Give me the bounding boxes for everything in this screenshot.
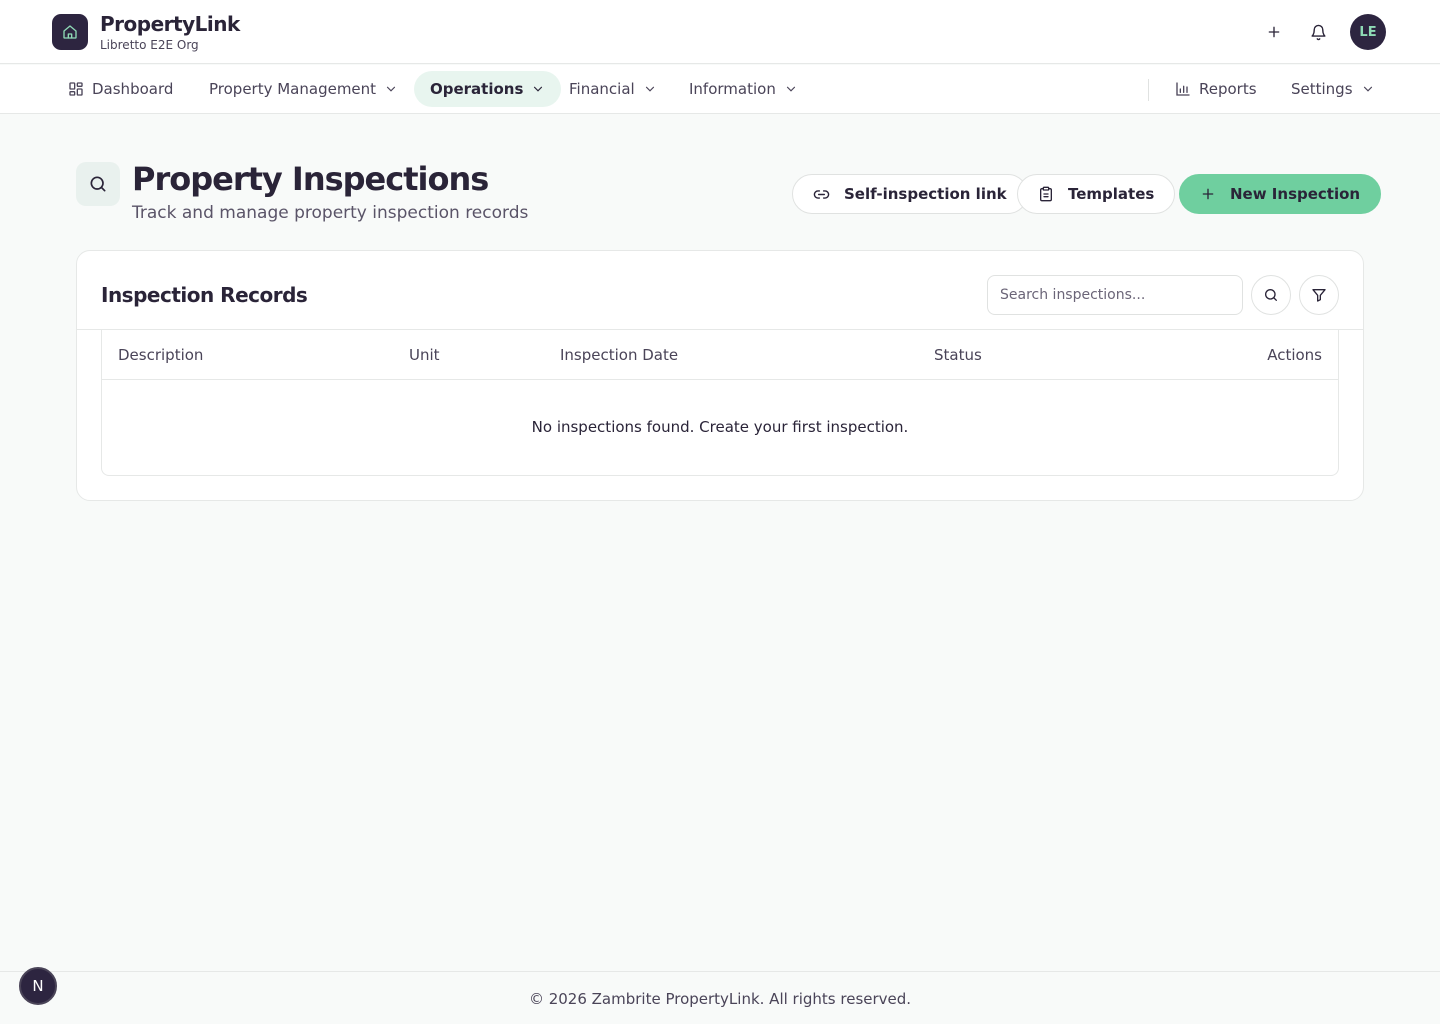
- brand-logo[interactable]: [52, 14, 88, 50]
- user-avatar[interactable]: LE: [1350, 14, 1386, 50]
- nav-item-operations[interactable]: Operations: [414, 71, 562, 107]
- home-icon: [63, 25, 77, 39]
- button-label: New Inspection: [1230, 185, 1361, 203]
- nav-item-settings[interactable]: Settings: [1275, 71, 1391, 107]
- column-header-status[interactable]: Status: [934, 346, 982, 364]
- nav-item-label: Information: [689, 80, 776, 98]
- dev-tools-badge[interactable]: N: [19, 967, 57, 1005]
- page-title: Property Inspections: [132, 160, 489, 198]
- column-header-description[interactable]: Description: [118, 346, 203, 364]
- new-inspection-button[interactable]: New Inspection: [1179, 174, 1382, 214]
- nav-item-label: Dashboard: [92, 80, 174, 98]
- search-icon: [90, 176, 106, 192]
- bar-chart-icon: [1176, 82, 1190, 96]
- chevron-down-icon: [645, 86, 654, 92]
- chevron-down-icon: [1363, 86, 1372, 92]
- clipboard-icon: [1040, 186, 1052, 202]
- organization-name: Libretto E2E Org: [100, 38, 199, 52]
- nav-item-label: Reports: [1199, 80, 1257, 98]
- page-icon: [76, 162, 120, 206]
- chevron-down-icon: [386, 86, 396, 92]
- plus-icon: [1202, 188, 1214, 200]
- search-input[interactable]: [987, 275, 1243, 315]
- filter-button[interactable]: [1299, 275, 1339, 315]
- top-bar: PropertyLink Libretto E2E Org LE: [0, 0, 1440, 64]
- filter-icon: [1312, 289, 1326, 302]
- footer: © 2026 Zambrite PropertyLink. All rights…: [0, 971, 1440, 1024]
- chevron-down-icon: [786, 86, 795, 92]
- copyright-text: © 2026 Zambrite PropertyLink. All rights…: [528, 990, 912, 1008]
- nav-item-financial[interactable]: Financial: [553, 71, 673, 107]
- page-subtitle: Track and manage property inspection rec…: [132, 203, 529, 223]
- nav-item-information[interactable]: Information: [673, 71, 814, 107]
- empty-state-message: No inspections found. Create your first …: [531, 418, 909, 436]
- search-icon: [1265, 289, 1277, 301]
- inspections-table: Description Unit Inspection Date Status …: [101, 330, 1339, 476]
- nav-item-reports[interactable]: Reports: [1159, 71, 1273, 107]
- nav-divider: [1148, 79, 1149, 101]
- nav-item-property-management[interactable]: Property Management: [193, 71, 414, 107]
- notifications-button[interactable]: [1304, 18, 1332, 46]
- column-header-actions: Actions: [1267, 346, 1322, 364]
- card-title: Inspection Records: [101, 283, 308, 307]
- search-button[interactable]: [1251, 275, 1291, 315]
- column-header-unit[interactable]: Unit: [409, 346, 440, 364]
- nav-item-label: Settings: [1291, 80, 1353, 98]
- link-icon: [813, 189, 830, 199]
- templates-button[interactable]: Templates: [1017, 174, 1176, 214]
- main-navigation: Dashboard Property Management Operations…: [0, 65, 1440, 114]
- button-label: Self-inspection link: [844, 185, 1007, 203]
- nav-item-dashboard[interactable]: Dashboard: [52, 71, 189, 107]
- self-inspection-link-button[interactable]: Self-inspection link: [792, 174, 1028, 214]
- column-header-inspection-date[interactable]: Inspection Date: [560, 346, 678, 364]
- brand-name: PropertyLink: [100, 12, 240, 36]
- inspection-records-card: Inspection Records Description Unit Insp…: [76, 250, 1364, 501]
- table-header: Description Unit Inspection Date Status …: [102, 330, 1338, 380]
- nav-item-label: Financial: [569, 80, 635, 98]
- dashboard-grid-icon: [69, 82, 83, 96]
- chevron-down-icon: [534, 86, 543, 92]
- button-label: Templates: [1068, 185, 1155, 203]
- bell-icon: [1310, 24, 1326, 40]
- nav-item-label: Operations: [430, 80, 524, 98]
- nav-item-label: Property Management: [209, 80, 377, 98]
- plus-icon: [1268, 26, 1280, 38]
- add-button[interactable]: [1260, 18, 1288, 46]
